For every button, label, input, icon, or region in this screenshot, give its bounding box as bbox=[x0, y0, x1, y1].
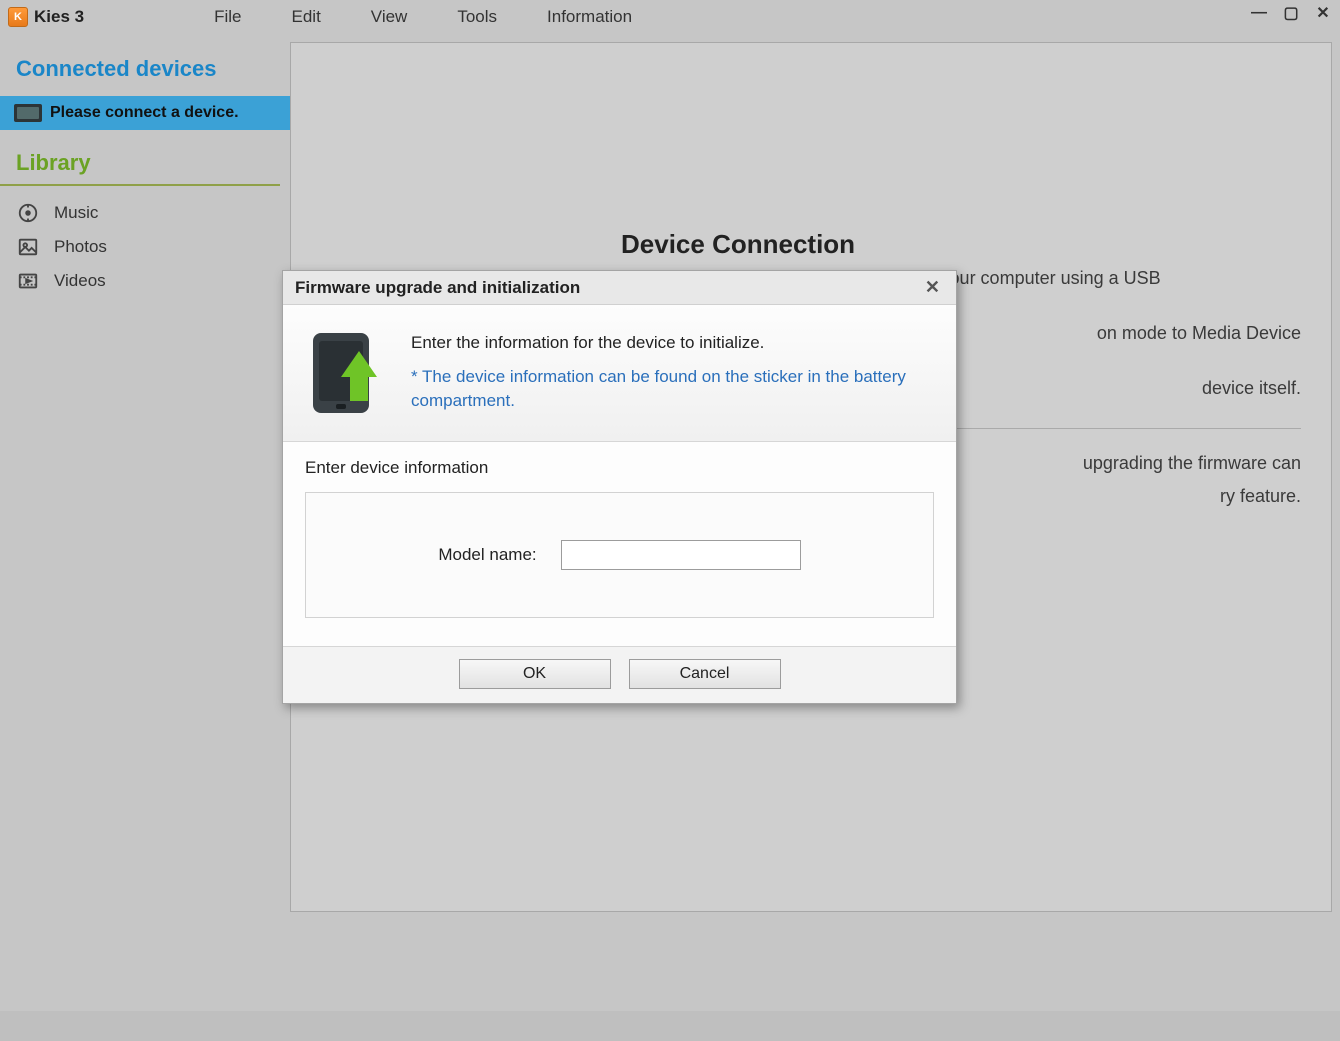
dialog-body: Enter device information Model name: bbox=[283, 441, 956, 646]
library-heading: Library bbox=[0, 130, 280, 186]
dialog-note: * The device information can be found on… bbox=[411, 365, 930, 413]
title-bar: K Kies 3 File Edit View Tools Informatio… bbox=[0, 0, 1340, 34]
dialog-footer: OK Cancel bbox=[283, 646, 956, 703]
sidebar-item-photos[interactable]: Photos bbox=[0, 230, 290, 264]
close-window-button[interactable]: ✕ bbox=[1312, 4, 1334, 22]
dialog-header: Enter the information for the device to … bbox=[283, 305, 956, 441]
model-name-input[interactable] bbox=[561, 540, 801, 570]
device-icon bbox=[14, 104, 42, 122]
connected-devices-heading: Connected devices bbox=[0, 50, 290, 96]
app-title: Kies 3 bbox=[34, 7, 84, 27]
maximize-button[interactable]: ▢ bbox=[1280, 4, 1302, 22]
device-info-section-label: Enter device information bbox=[305, 458, 934, 478]
sidebar-item-label: Videos bbox=[54, 271, 106, 291]
menu-file[interactable]: File bbox=[214, 7, 241, 27]
firmware-upgrade-icon bbox=[313, 333, 383, 413]
cancel-button[interactable]: Cancel bbox=[629, 659, 781, 689]
dialog-close-button[interactable]: ✕ bbox=[921, 277, 944, 298]
dialog-title-bar: Firmware upgrade and initialization ✕ bbox=[283, 271, 956, 305]
dialog-title: Firmware upgrade and initialization bbox=[295, 278, 580, 298]
music-icon bbox=[16, 202, 40, 224]
window-controls: — ▢ ✕ bbox=[1248, 4, 1334, 22]
sidebar: Connected devices Please connect a devic… bbox=[0, 34, 290, 1011]
device-info-box: Model name: bbox=[305, 492, 934, 618]
firmware-upgrade-dialog: Firmware upgrade and initialization ✕ En… bbox=[282, 270, 957, 704]
menu-view[interactable]: View bbox=[371, 7, 408, 27]
sidebar-item-label: Photos bbox=[54, 237, 107, 257]
menu-tools[interactable]: Tools bbox=[457, 7, 497, 27]
sidebar-item-label: Music bbox=[54, 203, 98, 223]
device-connection-title: Device Connection bbox=[621, 229, 1301, 260]
model-name-label: Model name: bbox=[438, 545, 536, 565]
app-icon: K bbox=[8, 7, 28, 27]
sidebar-item-music[interactable]: Music bbox=[0, 196, 290, 230]
photo-icon bbox=[16, 236, 40, 258]
minimize-button[interactable]: — bbox=[1248, 4, 1270, 22]
dialog-header-text: Enter the information for the device to … bbox=[411, 333, 930, 413]
menu-information[interactable]: Information bbox=[547, 7, 632, 27]
status-bar bbox=[0, 1011, 1340, 1041]
menu-bar: File Edit View Tools Information bbox=[214, 7, 632, 27]
ok-button[interactable]: OK bbox=[459, 659, 611, 689]
video-icon bbox=[16, 270, 40, 292]
sidebar-item-videos[interactable]: Videos bbox=[0, 264, 290, 298]
dialog-instruction: Enter the information for the device to … bbox=[411, 333, 930, 353]
menu-edit[interactable]: Edit bbox=[292, 7, 321, 27]
sidebar-item-connect-status[interactable]: Please connect a device. bbox=[0, 96, 290, 130]
connect-status-label: Please connect a device. bbox=[50, 104, 239, 122]
